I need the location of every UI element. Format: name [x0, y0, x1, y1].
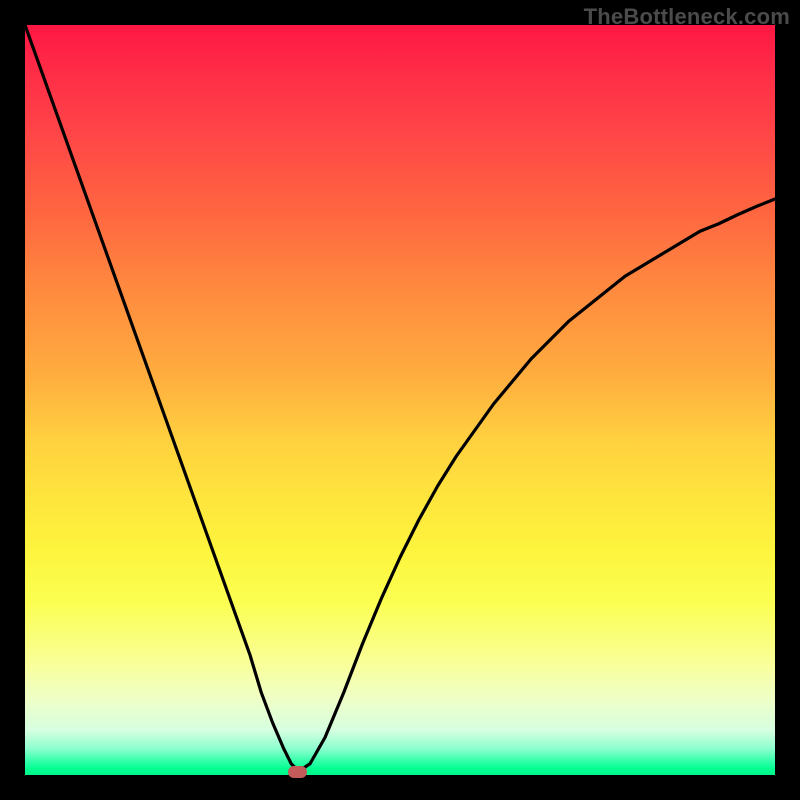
- bottleneck-curve: [25, 25, 775, 775]
- chart-container: TheBottleneck.com: [0, 0, 800, 800]
- optimal-point-marker: [288, 766, 307, 778]
- plot-area: [25, 25, 775, 775]
- watermark-label: TheBottleneck.com: [584, 4, 790, 30]
